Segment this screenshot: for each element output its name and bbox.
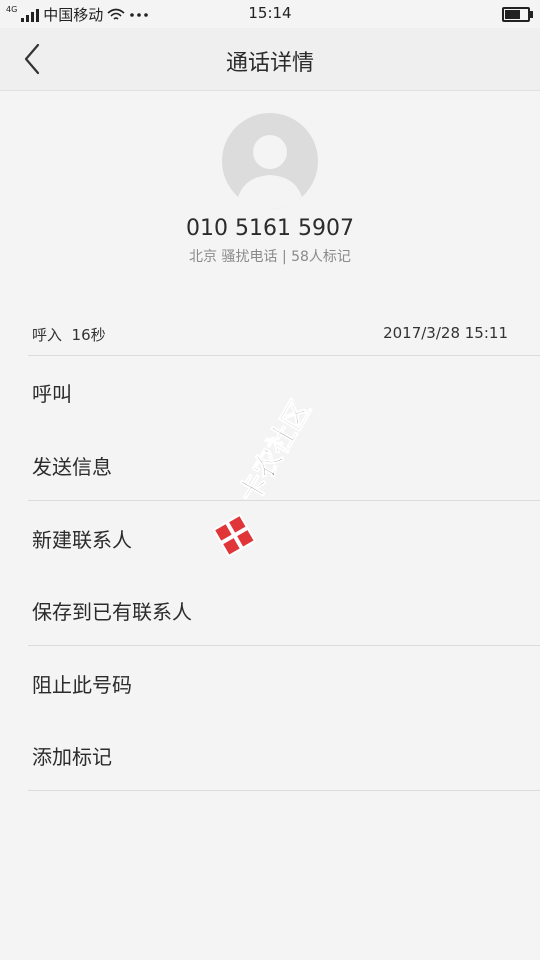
battery-fill — [505, 10, 520, 19]
call-log-entry: 呼入 16秒 2017/3/28 15:11 — [32, 324, 508, 344]
call-action[interactable]: 呼叫 — [32, 378, 72, 407]
status-time: 15:14 — [248, 4, 292, 22]
new-contact-action[interactable]: 新建联系人 — [32, 524, 132, 553]
header-bar: 通话详情 — [0, 28, 540, 91]
battery-icon — [502, 7, 533, 22]
watermark-logo: 卡农社区 — [205, 394, 345, 575]
person-icon — [236, 135, 304, 209]
watermark-text: 卡农社区 — [232, 395, 317, 509]
number-info: 北京 骚扰电话 | 58人标记 — [189, 249, 351, 265]
phone-number: 010 5161 5907 — [186, 216, 354, 241]
avatar — [222, 113, 318, 209]
add-tag-action[interactable]: 添加标记 — [32, 741, 112, 770]
send-message-action[interactable]: 发送信息 — [32, 451, 112, 480]
divider — [28, 645, 540, 646]
call-direction-duration: 呼入 16秒 — [32, 326, 106, 344]
page-title: 通话详情 — [225, 51, 314, 76]
divider — [28, 790, 540, 791]
save-to-existing-contact-action[interactable]: 保存到已有联系人 — [32, 596, 192, 625]
call-datetime: 2017/3/28 15:11 — [383, 324, 508, 342]
status-bar: 4G 中国移动 15:14 — [0, 0, 540, 28]
block-number-action[interactable]: 阻止此号码 — [32, 669, 132, 698]
divider — [28, 355, 540, 356]
